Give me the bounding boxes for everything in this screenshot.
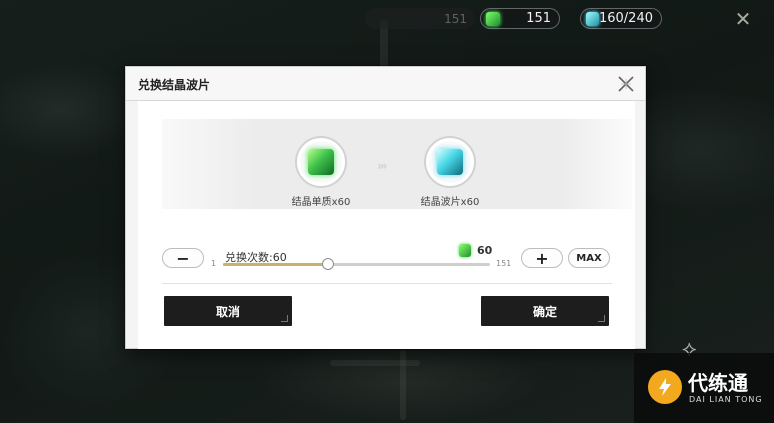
green-crystal-icon — [459, 244, 471, 257]
divider — [162, 283, 612, 284]
watermark-logo-icon — [648, 370, 682, 404]
exchange-cost-value: 60 — [477, 244, 493, 257]
close-icon[interactable]: ✕ — [733, 9, 753, 29]
max-button[interactable]: MAX — [568, 248, 610, 268]
exchange-cost: 60 — [459, 244, 492, 257]
double-chevron-right-icon: ››› — [377, 159, 388, 173]
source-item-label: 结晶单质x60 — [291, 197, 351, 208]
cancel-button[interactable]: 取消 — [164, 296, 292, 326]
hud-crystal-fragment-value: 160/240 — [598, 11, 653, 26]
cyan-crystal-icon — [586, 11, 599, 26]
watermark-subtitle: DAI LIAN TONG — [689, 395, 763, 404]
cyan-crystal-cube-icon — [437, 149, 463, 175]
hud-faded-chip-value: 151 — [444, 11, 467, 26]
slider-min-label: 1 — [211, 259, 217, 268]
corner-decoration — [598, 315, 605, 322]
increase-button[interactable]: + — [521, 248, 563, 268]
dialog-header: 兑换结晶波片 — [126, 67, 645, 101]
hud-crystal-fragment-counter[interactable]: 160/240 — [580, 8, 662, 29]
green-crystal-icon — [486, 11, 500, 26]
slider-handle[interactable] — [322, 258, 335, 270]
lightning-icon — [659, 378, 671, 396]
cancel-button-label: 取消 — [215, 304, 240, 319]
source-item-icon-frame — [295, 136, 347, 188]
exchange-dialog: 兑换结晶波片 结晶单质x60 ››› 结晶波片x60 − 兑换次数:60 60 … — [125, 66, 646, 349]
target-item: 结晶波片x60 — [395, 136, 505, 208]
watermark: 代练通 DAI LIAN TONG — [634, 353, 774, 423]
corner-decoration — [281, 315, 288, 322]
hud-crystal-core-value: 151 — [526, 11, 551, 26]
confirm-button[interactable]: 确定 — [481, 296, 609, 326]
green-crystal-cube-icon — [308, 149, 334, 175]
dialog-body: 结晶单质x60 ››› 结晶波片x60 − 兑换次数:60 60 1 151 +… — [138, 101, 635, 349]
target-item-label: 结晶波片x60 — [420, 197, 480, 208]
decrease-button[interactable]: − — [162, 248, 204, 268]
slider-fill — [223, 263, 329, 266]
target-item-icon-frame — [424, 136, 476, 188]
source-item: 结晶单质x60 — [266, 136, 376, 208]
watermark-name: 代练通 — [688, 371, 748, 395]
confirm-button-label: 确定 — [532, 304, 557, 319]
hud-crystal-core-counter[interactable]: 151 — [480, 8, 560, 29]
dialog-close-button[interactable] — [615, 73, 637, 95]
close-icon — [618, 76, 634, 92]
dialog-title: 兑换结晶波片 — [138, 78, 211, 92]
hud-faded-chip: 151 — [365, 8, 475, 29]
exchange-slider[interactable] — [223, 258, 490, 270]
slider-max-label: 151 — [496, 259, 512, 268]
